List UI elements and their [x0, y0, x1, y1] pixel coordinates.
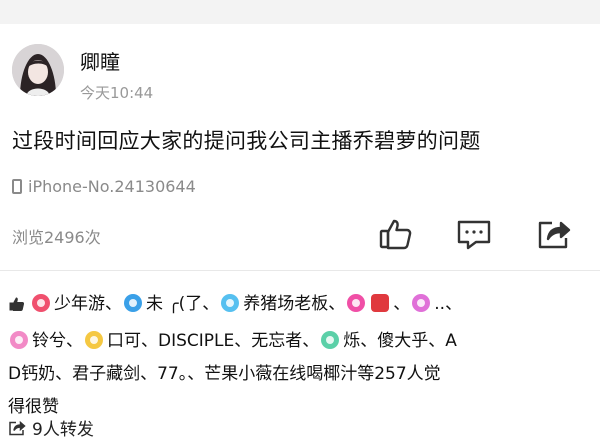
- liker-names[interactable]: DISCIPLE、无忘者、: [158, 331, 319, 351]
- liker-name[interactable]: 养猪场老板: [243, 294, 328, 314]
- share-button[interactable]: [536, 216, 572, 252]
- post-text: 过段时间回应大家的提问我公司主播乔碧萝的问题: [12, 129, 481, 153]
- device-label: iPhone-No.24130644: [28, 177, 196, 196]
- mask-icon: [371, 294, 390, 312]
- top-separator: [0, 0, 600, 24]
- liker-name[interactable]: 未 ╭(了: [146, 294, 202, 314]
- liker-name[interactable]: 口可: [107, 331, 141, 351]
- user-badge-icon: [124, 294, 142, 312]
- device-info: iPhone-No.24130644: [12, 177, 196, 196]
- author-name[interactable]: 卿瞳: [80, 46, 120, 75]
- user-badge-icon: [347, 294, 366, 312]
- repost-count[interactable]: 9人转发: [8, 415, 94, 440]
- repost-icon: [9, 420, 26, 435]
- comment-icon: [457, 220, 491, 250]
- liker-name[interactable]: ..: [434, 294, 445, 314]
- user-badge-icon: [10, 331, 28, 349]
- comment-button[interactable]: [456, 216, 492, 252]
- user-badge-icon: [221, 294, 240, 312]
- avatar[interactable]: [12, 44, 64, 96]
- liker-name[interactable]: 少年游: [54, 294, 105, 314]
- liker-name[interactable]: 铃兮: [32, 331, 66, 351]
- phone-icon: [12, 179, 22, 194]
- user-badge-icon: [85, 331, 103, 349]
- liker-names[interactable]: D钙奶、君子藏剑、77。、芒果小薇在线喝椰汁等257人觉: [8, 364, 441, 384]
- user-badge-icon: [412, 294, 431, 312]
- liker-names: 得很赞: [8, 397, 59, 417]
- thumbs-up-icon: [8, 292, 26, 325]
- likes-list: 少年游、未 ╭(了、 养猪场老板、、..、 铃兮、 口可、DISCIPLE、无忘者、烁…: [8, 292, 463, 417]
- liker-names[interactable]: 烁、傻大乎、A: [343, 331, 457, 351]
- repost-label: 9人转发: [32, 420, 94, 440]
- user-badge-icon: [321, 331, 340, 349]
- divider: [0, 270, 600, 271]
- thumbs-up-icon: [379, 219, 412, 250]
- post-time: 今天10:44: [80, 84, 154, 102]
- view-count: 浏览2496次: [12, 228, 101, 247]
- user-badge-icon: [32, 294, 50, 312]
- like-button[interactable]: [378, 216, 414, 252]
- share-icon: [538, 221, 571, 249]
